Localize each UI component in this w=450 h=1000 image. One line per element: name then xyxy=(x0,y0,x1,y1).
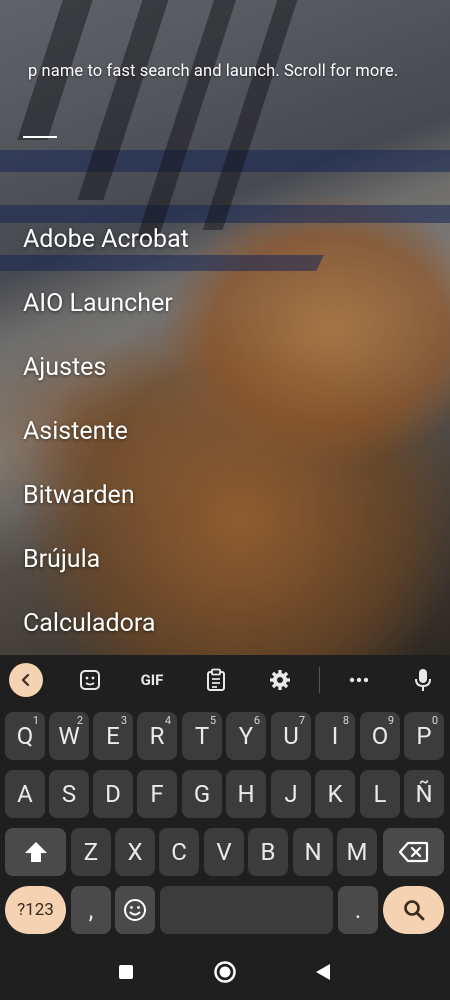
key-o[interactable]: O9 xyxy=(360,712,400,760)
key-t[interactable]: T5 xyxy=(182,712,222,760)
key-label: Y xyxy=(238,722,254,750)
toolbar-divider xyxy=(319,667,320,693)
key-b[interactable]: B xyxy=(248,828,288,876)
backspace-icon xyxy=(398,841,428,863)
comma-key[interactable]: , xyxy=(71,886,111,934)
app-item[interactable]: Bitwarden xyxy=(23,474,189,538)
key-a[interactable]: A xyxy=(5,770,45,818)
key-e[interactable]: E3 xyxy=(93,712,133,760)
app-item[interactable]: Asistente xyxy=(23,410,189,474)
key-r[interactable]: R4 xyxy=(137,712,177,760)
key-f[interactable]: F xyxy=(137,770,177,818)
key-y[interactable]: Y6 xyxy=(226,712,266,760)
key-hint: 4 xyxy=(164,714,171,727)
key-label: T xyxy=(194,722,210,750)
key-l[interactable]: L xyxy=(360,770,400,818)
key-hint: 5 xyxy=(209,714,216,727)
chevron-left-icon[interactable] xyxy=(9,663,43,697)
search-key[interactable] xyxy=(383,886,444,934)
shift-key[interactable] xyxy=(5,828,66,876)
clipboard-icon[interactable] xyxy=(198,663,234,697)
key-g[interactable]: G xyxy=(182,770,222,818)
key-hint: 7 xyxy=(298,714,305,727)
key-c[interactable]: C xyxy=(159,828,199,876)
emoji-key[interactable] xyxy=(115,886,155,934)
symbols-key[interactable]: ?123 xyxy=(5,886,66,934)
key-p[interactable]: P0 xyxy=(404,712,444,760)
key-label: O xyxy=(371,722,389,750)
shift-icon xyxy=(24,842,47,862)
sticker-icon[interactable] xyxy=(72,663,108,697)
search-icon xyxy=(403,900,424,921)
app-item[interactable]: AIO Launcher xyxy=(23,282,189,346)
key-i[interactable]: I8 xyxy=(315,712,355,760)
triangle-back-icon[interactable] xyxy=(308,957,338,987)
key-z[interactable]: Z xyxy=(71,828,111,876)
key-n[interactable]: N xyxy=(293,828,333,876)
app-item[interactable]: Ajustes xyxy=(23,346,189,410)
key-d[interactable]: D xyxy=(93,770,133,818)
backspace-key[interactable] xyxy=(383,828,444,876)
more-horizontal-icon[interactable] xyxy=(341,663,377,697)
emoji-icon xyxy=(124,899,146,921)
key-label: U xyxy=(283,722,299,750)
key-label: R xyxy=(149,722,165,750)
app-item[interactable]: Brújula xyxy=(23,538,189,602)
key-label: P xyxy=(416,722,432,750)
search-hint: p name to fast search and launch. Scroll… xyxy=(28,62,399,81)
key-j[interactable]: J xyxy=(271,770,311,818)
gear-icon[interactable] xyxy=(262,663,298,697)
square-icon[interactable] xyxy=(111,957,141,987)
keyboard: GIF Q1 W2 E3 R4 T5 Y6 U7 I8 O9 P0 A S D … xyxy=(0,655,450,945)
key-label: Q xyxy=(16,722,34,750)
key-label: E xyxy=(106,722,120,750)
key-v[interactable]: V xyxy=(204,828,244,876)
gif-button[interactable]: GIF xyxy=(134,663,170,697)
microphone-icon[interactable] xyxy=(405,663,441,697)
key-s[interactable]: S xyxy=(49,770,89,818)
app-item[interactable]: Adobe Acrobat xyxy=(23,218,189,282)
key-h[interactable]: H xyxy=(226,770,266,818)
key-hint: 3 xyxy=(120,714,127,727)
key-x[interactable]: X xyxy=(115,828,155,876)
key-u[interactable]: U7 xyxy=(271,712,311,760)
key-hint: 9 xyxy=(387,714,394,727)
key-hint: 0 xyxy=(431,714,438,727)
search-cursor-line xyxy=(23,136,57,138)
period-key[interactable]: . xyxy=(338,886,378,934)
key-hint: 1 xyxy=(32,714,39,727)
navigation-bar xyxy=(0,945,450,1000)
app-list: Adobe Acrobat AIO Launcher Ajustes Asist… xyxy=(23,218,189,666)
key-w[interactable]: W2 xyxy=(49,712,89,760)
key-m[interactable]: M xyxy=(337,828,377,876)
keyboard-toolbar: GIF xyxy=(0,655,450,705)
key-q[interactable]: Q1 xyxy=(5,712,45,760)
circle-icon[interactable] xyxy=(210,957,240,987)
key-hint: 2 xyxy=(76,714,83,727)
key-hint: 8 xyxy=(342,714,349,727)
key-hint: 6 xyxy=(253,714,260,727)
key-n-tilde[interactable]: Ñ xyxy=(404,770,444,818)
key-label: I xyxy=(331,722,339,750)
key-k[interactable]: K xyxy=(315,770,355,818)
space-key[interactable] xyxy=(160,886,333,934)
